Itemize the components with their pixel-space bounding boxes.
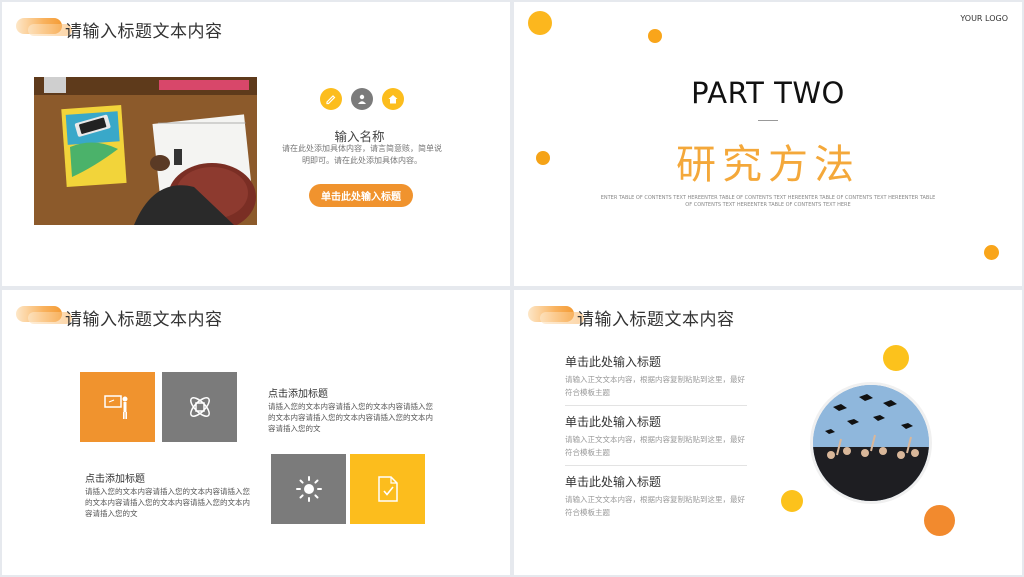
tile-presentation — [80, 372, 155, 442]
slide-2[interactable]: YOUR LOGO PART TWO 研究方法 ENTER TABLE OF C… — [514, 2, 1022, 286]
document-check-icon — [377, 476, 398, 502]
block-body-left: 请插入您的文本内容请插入您的文本内容请插入您的文本内容请插入您的文本内容请插入您… — [85, 487, 250, 518]
item-divider — [565, 465, 747, 466]
item-body: 请输入正文文本内容，根据内容复制粘贴到这里，最好符合模板主题 — [565, 495, 745, 517]
desk-photo — [34, 77, 257, 225]
slide-3[interactable]: 请输入标题文本内容 点击添加标题 请插入您的文本内容请插入您的文本内容请插入您的… — [2, 290, 510, 575]
item-divider — [565, 405, 747, 406]
item-body: 请输入正文文本内容，根据内容复制粘贴到这里，最好符合模板主题 — [565, 435, 745, 457]
description-text: 请在此处添加具体内容，请言简意赅，简单说明即可。请在此处添加具体内容。 — [282, 144, 442, 165]
sun-icon — [295, 476, 322, 502]
contents-subtext: ENTER TABLE OF CONTENTS TEXT HEREENTER T… — [600, 195, 936, 208]
item-title: 单击此处输入标题 — [565, 475, 662, 489]
divider — [758, 120, 778, 121]
decor-dot — [648, 29, 662, 43]
part-title: PART TWO — [691, 76, 845, 110]
block-title-right: 点击添加标题 — [268, 389, 328, 400]
presentation-icon — [103, 395, 127, 419]
slide-grid: 请输入标题文本内容 输入名称 请在此处添加具体内容，请言简意赅，简单说明即可。请… — [0, 0, 1024, 577]
tile-atom — [162, 372, 237, 442]
house-icon — [382, 88, 404, 110]
slide-title: 请输入标题文本内容 — [577, 310, 735, 330]
slide-title: 请输入标题文本内容 — [65, 310, 223, 330]
atom-icon — [189, 397, 210, 417]
decor-dot — [528, 11, 552, 35]
title-decoration — [16, 306, 72, 324]
decor-dot — [781, 490, 803, 512]
graduation-illustration — [813, 385, 929, 501]
section-heading: 研究方法 — [676, 142, 860, 188]
tile-document — [350, 454, 425, 524]
slide-1[interactable]: 请输入标题文本内容 输入名称 请在此处添加具体内容，请言简意赅，简单说明即可。请… — [2, 2, 510, 286]
graduation-photo — [810, 382, 932, 504]
decor-dot — [883, 345, 909, 371]
item-body: 请输入正文文本内容，根据内容复制粘贴到这里，最好符合模板主题 — [565, 375, 745, 397]
pencil-icon — [320, 88, 342, 110]
desk-photo-illustration — [34, 77, 257, 225]
title-decoration — [16, 18, 72, 36]
item-title: 单击此处输入标题 — [565, 415, 662, 429]
title-decoration — [528, 306, 584, 324]
person-icon — [351, 88, 373, 110]
block-title-left: 点击添加标题 — [85, 474, 145, 485]
item-title: 单击此处输入标题 — [565, 355, 662, 369]
title-button[interactable]: 单击此处输入标题 — [309, 184, 413, 207]
logo-text: YOUR LOGO — [960, 14, 1008, 23]
slide-4[interactable]: 请输入标题文本内容 单击此处输入标题 请输入正文文本内容，根据内容复制粘贴到这里… — [514, 290, 1022, 575]
decor-dot — [924, 505, 955, 536]
slide-title: 请输入标题文本内容 — [65, 22, 223, 42]
block-body-right: 请插入您的文本内容请插入您的文本内容请插入您的文本内容请插入您的文本内容请插入您… — [268, 402, 433, 433]
decor-dot — [984, 245, 999, 260]
tile-sun — [271, 454, 346, 524]
